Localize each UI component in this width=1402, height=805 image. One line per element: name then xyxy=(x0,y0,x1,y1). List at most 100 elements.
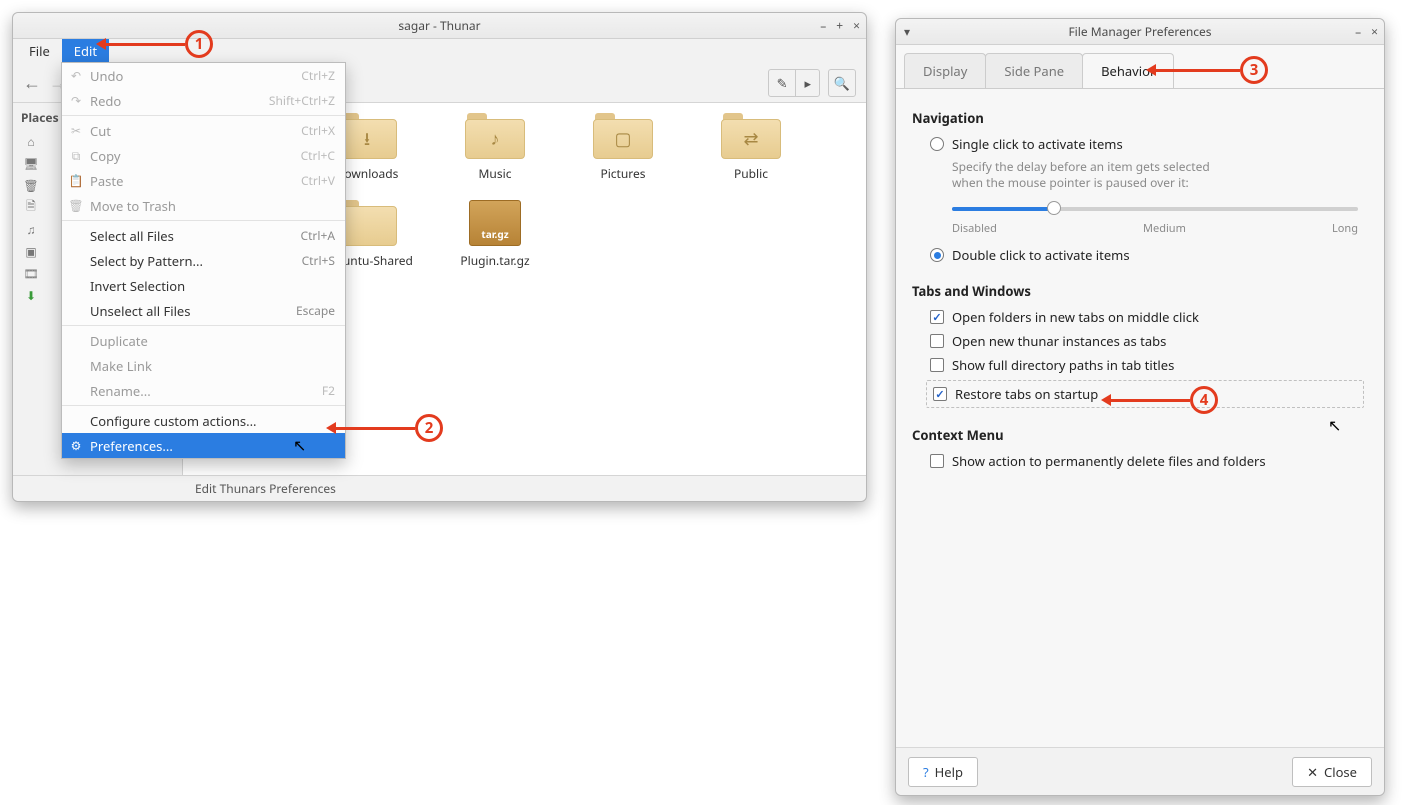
statusbar: Edit Thunars Preferences xyxy=(13,475,866,501)
tab-side-pane[interactable]: Side Pane xyxy=(985,53,1083,88)
prefs-body: Navigation Single click to activate item… xyxy=(896,88,1384,746)
cut-icon: ✂ xyxy=(68,122,84,139)
menu-invert-selection[interactable]: Invert Selection xyxy=(62,273,345,298)
menu-redo[interactable]: ↷ Redo Shift+Ctrl+Z xyxy=(62,88,345,113)
checkbox-icon xyxy=(930,310,944,324)
menu-move-to-trash[interactable]: 🗑 Move to Trash xyxy=(62,193,345,218)
radio-icon xyxy=(930,248,944,262)
slider-labels: Disabled Medium Long xyxy=(952,221,1358,236)
menu-file[interactable]: File xyxy=(17,39,62,63)
download-glyph-icon: ⭳ xyxy=(337,127,397,157)
chevron-right-icon: ▸ xyxy=(796,70,819,96)
check-permanently-delete[interactable]: Show action to permanently delete files … xyxy=(930,452,1368,470)
file-item[interactable]: tar.gz Plugin.tar.gz xyxy=(447,200,543,269)
trash-icon: 🗑 xyxy=(68,197,84,214)
close-button[interactable]: ✕ Close xyxy=(1292,757,1372,787)
minimize-icon[interactable]: – xyxy=(820,13,826,39)
close-icon[interactable]: × xyxy=(1371,19,1378,45)
checkbox-icon xyxy=(930,358,944,372)
checkbox-icon xyxy=(930,334,944,348)
dialog-menu-icon[interactable]: ▾ xyxy=(904,19,910,45)
menu-separator xyxy=(62,115,345,116)
minimize-icon[interactable]: – xyxy=(1355,19,1361,45)
preferences-dialog: ▾ File Manager Preferences – × Display S… xyxy=(895,18,1385,796)
cursor-icon: ↖ xyxy=(1328,414,1341,436)
gear-icon: ⚙ xyxy=(68,437,84,454)
public-glyph-icon: ⇄ xyxy=(721,127,781,151)
menu-duplicate[interactable]: Duplicate xyxy=(62,328,345,353)
delay-slider[interactable] xyxy=(952,199,1358,217)
section-context-menu: Context Menu xyxy=(912,426,1368,444)
menubar: File Edit xyxy=(13,39,866,63)
radio-single-click[interactable]: Single click to activate items xyxy=(930,135,1368,153)
radio-icon xyxy=(930,137,944,151)
titlebar: sagar - Thunar – + × xyxy=(13,13,866,39)
cursor-icon: ↖ xyxy=(293,434,306,456)
archive-icon: tar.gz xyxy=(469,200,521,246)
pictures-glyph-icon: ▢ xyxy=(593,127,653,151)
section-tabs-windows: Tabs and Windows xyxy=(912,282,1368,300)
redo-icon: ↷ xyxy=(68,92,84,109)
videos-icon: 🎞 xyxy=(23,265,39,281)
check-new-instances-as-tabs[interactable]: Open new thunar instances as tabs xyxy=(930,332,1368,350)
file-label: Plugin.tar.gz xyxy=(447,252,543,269)
menu-paste[interactable]: 📋 Paste Ctrl+V xyxy=(62,168,345,193)
search-icon: 🔍 xyxy=(834,74,850,92)
music-glyph-icon: ♪ xyxy=(465,127,525,151)
menu-edit[interactable]: Edit xyxy=(62,39,109,63)
window-controls: – + × xyxy=(820,13,860,39)
edit-menu: ↶ Undo Ctrl+Z ↷ Redo Shift+Ctrl+Z ✂ Cut … xyxy=(61,62,346,459)
check-restore-tabs[interactable]: Restore tabs on startup xyxy=(933,385,1357,403)
trash-icon: 🗑 xyxy=(23,177,39,193)
file-label: Pictures xyxy=(575,165,671,182)
folder-item[interactable]: ♪ Music xyxy=(447,113,543,182)
file-label: Public xyxy=(703,165,799,182)
dialog-buttons: ? Help ✕ Close xyxy=(896,747,1384,795)
close-icon[interactable]: × xyxy=(853,13,860,39)
download-icon: ⬇ xyxy=(23,287,39,303)
menu-copy[interactable]: ⧉ Copy Ctrl+C xyxy=(62,143,345,168)
checkbox-icon xyxy=(933,387,947,401)
menu-undo[interactable]: ↶ Undo Ctrl+Z xyxy=(62,63,345,88)
pictures-icon: ▣ xyxy=(23,243,39,259)
statusbar-text: Edit Thunars Preferences xyxy=(195,480,336,497)
folder-item[interactable]: ▢ Pictures xyxy=(575,113,671,182)
menu-separator xyxy=(62,405,345,406)
menu-select-by-pattern[interactable]: Select by Pattern... Ctrl+S xyxy=(62,248,345,273)
check-open-new-tabs[interactable]: Open folders in new tabs on middle click xyxy=(930,308,1368,326)
back-icon[interactable]: ← xyxy=(23,71,41,95)
menu-separator xyxy=(62,220,345,221)
window-controls: – × xyxy=(1355,19,1378,45)
menu-configure-custom-actions[interactable]: Configure custom actions... xyxy=(62,408,345,433)
section-navigation: Navigation xyxy=(912,109,1368,127)
titlebar: ▾ File Manager Preferences – × xyxy=(896,19,1384,45)
delay-help: Specify the delay before an item gets se… xyxy=(952,159,1368,191)
copy-icon: ⧉ xyxy=(68,147,84,164)
music-icon: ♫ xyxy=(23,221,39,237)
menu-unselect-all[interactable]: Unselect all Files Escape xyxy=(62,298,345,323)
tab-display[interactable]: Display xyxy=(904,53,986,88)
search-button[interactable]: 🔍 xyxy=(828,69,856,97)
menu-select-all[interactable]: Select all Files Ctrl+A xyxy=(62,223,345,248)
paste-icon: 📋 xyxy=(68,172,84,189)
pencil-icon: ✎ xyxy=(769,70,797,96)
menu-rename[interactable]: Rename... F2 xyxy=(62,378,345,403)
close-icon: ✕ xyxy=(1307,763,1318,781)
tabs: Display Side Pane Behavior xyxy=(896,45,1384,88)
menu-cut[interactable]: ✂ Cut Ctrl+X xyxy=(62,118,345,143)
desktop-icon: 🖥 xyxy=(23,155,39,171)
help-button[interactable]: ? Help xyxy=(908,757,978,787)
tab-behavior[interactable]: Behavior xyxy=(1082,53,1174,88)
check-full-paths[interactable]: Show full directory paths in tab titles xyxy=(930,356,1368,374)
document-icon: 🗎 xyxy=(23,199,39,215)
home-icon: ⌂ xyxy=(23,133,39,149)
radio-double-click[interactable]: Double click to activate items xyxy=(930,246,1368,264)
menu-make-link[interactable]: Make Link xyxy=(62,353,345,378)
folder-item[interactable]: ⇄ Public xyxy=(703,113,799,182)
menu-separator xyxy=(62,325,345,326)
maximize-icon[interactable]: + xyxy=(836,13,843,39)
undo-icon: ↶ xyxy=(68,67,84,84)
restore-tabs-row: Restore tabs on startup xyxy=(926,380,1364,408)
path-edit-toggle[interactable]: ✎ ▸ xyxy=(768,69,820,97)
slider-knob[interactable] xyxy=(1047,201,1061,215)
